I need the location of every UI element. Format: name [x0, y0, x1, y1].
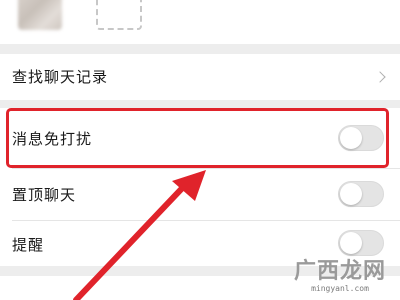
watermark-url: mingyanl.com [311, 284, 369, 293]
watermark: 广西龙网 mingyanl.com [286, 260, 394, 294]
arrow-icon [73, 170, 206, 300]
watermark-name: 广西龙网 [293, 259, 386, 284]
annotation-arrow [73, 170, 206, 300]
